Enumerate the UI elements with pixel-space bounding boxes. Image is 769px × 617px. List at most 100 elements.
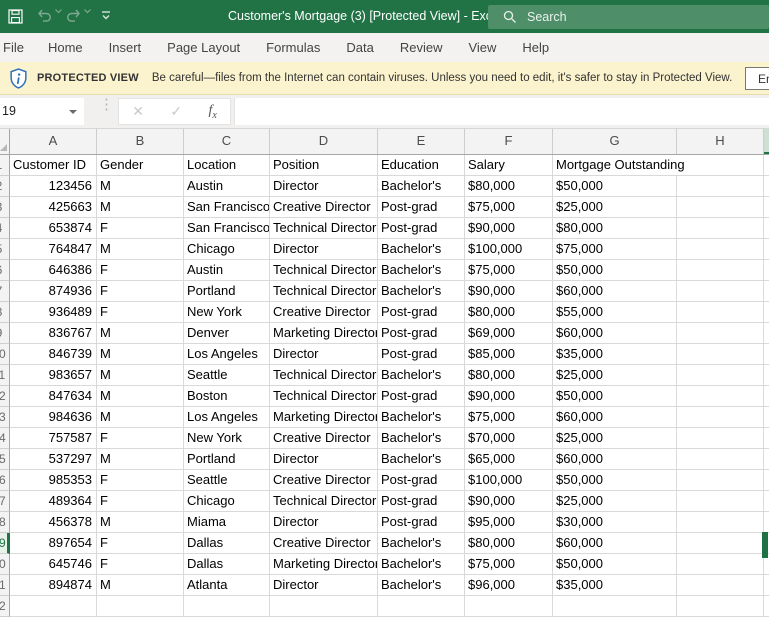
- row-header-5[interactable]: 5: [0, 239, 10, 260]
- cell-I14[interactable]: [764, 428, 769, 449]
- row-header-12[interactable]: 12: [0, 386, 10, 407]
- cell-G9[interactable]: $60,000: [553, 323, 677, 344]
- cell-H14[interactable]: [677, 428, 764, 449]
- cell-F15[interactable]: $65,000: [465, 449, 553, 470]
- cell-D6[interactable]: Technical Director: [270, 260, 378, 281]
- cell-B6[interactable]: F: [97, 260, 184, 281]
- cell-D14[interactable]: Creative Director: [270, 428, 378, 449]
- cell-C9[interactable]: Denver: [184, 323, 270, 344]
- cell-E19[interactable]: Bachelor's: [378, 533, 465, 554]
- cell-D5[interactable]: Director: [270, 239, 378, 260]
- row-header-18[interactable]: 18: [0, 512, 10, 533]
- cell-H5[interactable]: [677, 239, 764, 260]
- cell-I8[interactable]: [764, 302, 769, 323]
- cell-B9[interactable]: M: [97, 323, 184, 344]
- cell-C17[interactable]: Chicago: [184, 491, 270, 512]
- column-header-A[interactable]: A: [10, 129, 97, 154]
- cell-F13[interactable]: $75,000: [465, 407, 553, 428]
- cell-A18[interactable]: 456378: [10, 512, 97, 533]
- cell-A21[interactable]: 894874: [10, 575, 97, 596]
- cell-C14[interactable]: New York: [184, 428, 270, 449]
- cell-D10[interactable]: Director: [270, 344, 378, 365]
- cell-A8[interactable]: 936489: [10, 302, 97, 323]
- cell-F19[interactable]: $80,000: [465, 533, 553, 554]
- cell-B5[interactable]: M: [97, 239, 184, 260]
- column-header-D[interactable]: D: [270, 129, 378, 154]
- cell-D19[interactable]: Creative Director: [270, 533, 378, 554]
- cell-H8[interactable]: [677, 302, 764, 323]
- tab-page-layout[interactable]: Page Layout: [154, 33, 253, 62]
- tab-file[interactable]: File: [0, 33, 35, 62]
- cell-F22[interactable]: [465, 596, 553, 617]
- cell-I22[interactable]: [764, 596, 769, 617]
- column-header-E[interactable]: E: [378, 129, 465, 154]
- cell-E1[interactable]: Education: [378, 155, 465, 176]
- cell-F12[interactable]: $90,000: [465, 386, 553, 407]
- cell-B2[interactable]: M: [97, 176, 184, 197]
- cell-B11[interactable]: M: [97, 365, 184, 386]
- cell-G22[interactable]: [553, 596, 677, 617]
- cell-G11[interactable]: $25,000: [553, 365, 677, 386]
- cell-H19[interactable]: [677, 533, 764, 554]
- cell-C21[interactable]: Atlanta: [184, 575, 270, 596]
- cell-F3[interactable]: $75,000: [465, 197, 553, 218]
- cell-A3[interactable]: 425663: [10, 197, 97, 218]
- cell-A9[interactable]: 836767: [10, 323, 97, 344]
- cell-I9[interactable]: [764, 323, 769, 344]
- cell-H18[interactable]: [677, 512, 764, 533]
- cell-E18[interactable]: Post-grad: [378, 512, 465, 533]
- cell-F21[interactable]: $96,000: [465, 575, 553, 596]
- cell-G6[interactable]: $50,000: [553, 260, 677, 281]
- cell-B13[interactable]: M: [97, 407, 184, 428]
- tab-formulas[interactable]: Formulas: [253, 33, 333, 62]
- cell-A15[interactable]: 537297: [10, 449, 97, 470]
- cell-G4[interactable]: $80,000: [553, 218, 677, 239]
- cell-C10[interactable]: Los Angeles: [184, 344, 270, 365]
- cell-H2[interactable]: [677, 176, 764, 197]
- cell-D18[interactable]: Director: [270, 512, 378, 533]
- search-input[interactable]: Search: [488, 5, 769, 29]
- cell-D16[interactable]: Creative Director: [270, 470, 378, 491]
- row-header-17[interactable]: 17: [0, 491, 10, 512]
- cell-F9[interactable]: $69,000: [465, 323, 553, 344]
- cell-A22[interactable]: [10, 596, 97, 617]
- column-header-H[interactable]: H: [677, 129, 764, 154]
- insert-function-icon[interactable]: fx: [208, 103, 216, 121]
- cell-H20[interactable]: [677, 554, 764, 575]
- cell-G8[interactable]: $55,000: [553, 302, 677, 323]
- cell-G18[interactable]: $30,000: [553, 512, 677, 533]
- row-header-3[interactable]: 3: [0, 197, 10, 218]
- cell-F20[interactable]: $75,000: [465, 554, 553, 575]
- cell-C5[interactable]: Chicago: [184, 239, 270, 260]
- cell-I16[interactable]: [764, 470, 769, 491]
- cell-B19[interactable]: F: [97, 533, 184, 554]
- cell-G17[interactable]: $25,000: [553, 491, 677, 512]
- cell-F5[interactable]: $100,000: [465, 239, 553, 260]
- cell-I17[interactable]: [764, 491, 769, 512]
- cell-D11[interactable]: Technical Director: [270, 365, 378, 386]
- enable-editing-button[interactable]: Enable Editing: [745, 67, 769, 90]
- cell-G20[interactable]: $50,000: [553, 554, 677, 575]
- cell-C8[interactable]: New York: [184, 302, 270, 323]
- cell-A5[interactable]: 764847: [10, 239, 97, 260]
- cell-D17[interactable]: Technical Director: [270, 491, 378, 512]
- cell-B12[interactable]: M: [97, 386, 184, 407]
- cancel-icon[interactable]: ✕: [132, 103, 144, 120]
- column-header-B[interactable]: B: [97, 129, 184, 154]
- cell-C1[interactable]: Location: [184, 155, 270, 176]
- cell-A14[interactable]: 757587: [10, 428, 97, 449]
- cell-D2[interactable]: Director: [270, 176, 378, 197]
- cell-D13[interactable]: Marketing Director: [270, 407, 378, 428]
- row-header-6[interactable]: 6: [0, 260, 10, 281]
- cell-G13[interactable]: $60,000: [553, 407, 677, 428]
- cell-I15[interactable]: [764, 449, 769, 470]
- row-header-7[interactable]: 7: [0, 281, 10, 302]
- cell-F14[interactable]: $70,000: [465, 428, 553, 449]
- cell-C18[interactable]: Miama: [184, 512, 270, 533]
- cell-E10[interactable]: Post-grad: [378, 344, 465, 365]
- cell-D22[interactable]: [270, 596, 378, 617]
- cell-I18[interactable]: [764, 512, 769, 533]
- row-header-16[interactable]: 16: [0, 470, 10, 491]
- row-header-2[interactable]: 2: [0, 176, 10, 197]
- row-header-13[interactable]: 13: [0, 407, 10, 428]
